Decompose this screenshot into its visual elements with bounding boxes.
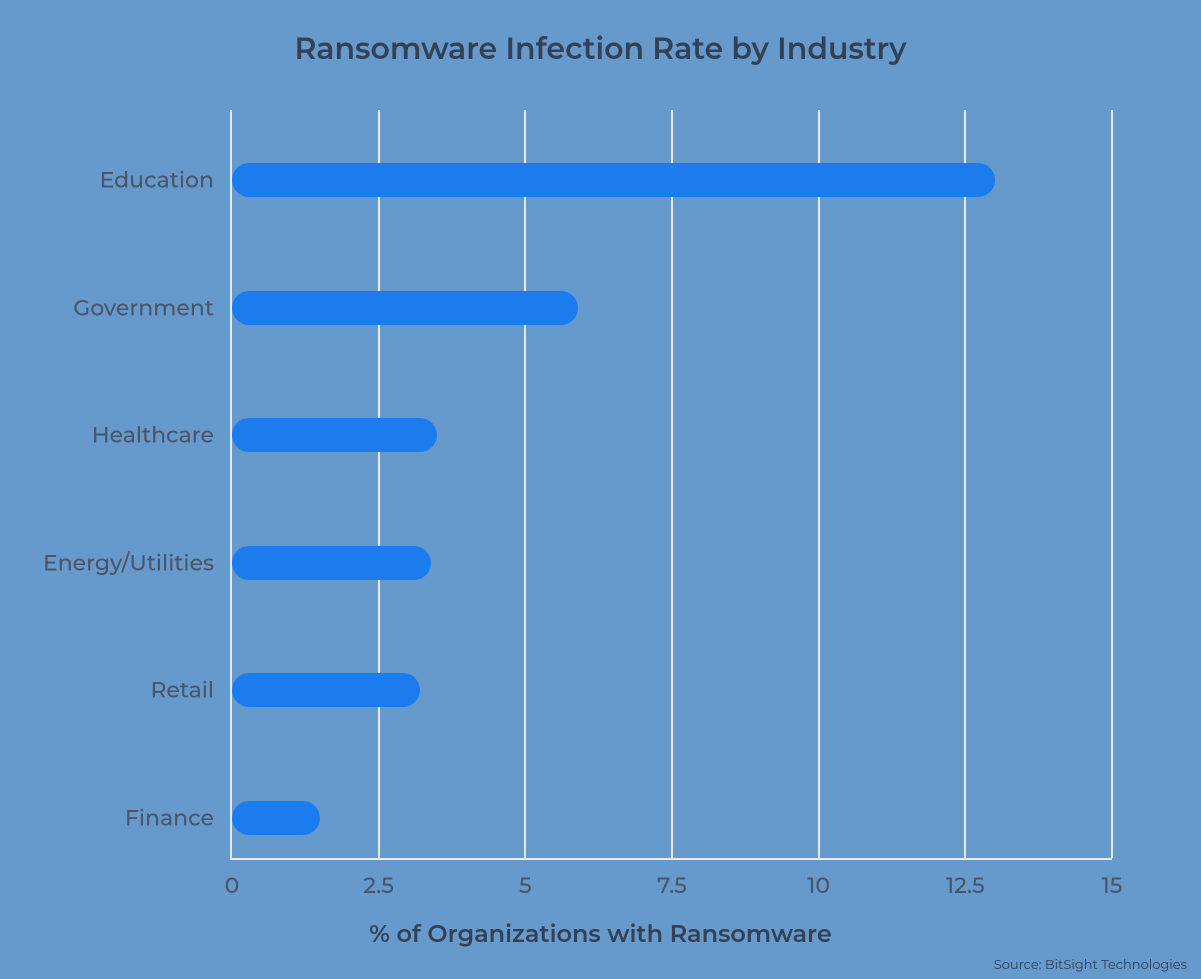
- x-tick-label: 0: [225, 858, 240, 899]
- x-tick-label: 12.5: [946, 858, 985, 899]
- bar: [232, 163, 995, 197]
- gridline: [524, 110, 526, 858]
- bar: [232, 418, 437, 452]
- bar: [232, 291, 578, 325]
- gridline: [671, 110, 673, 858]
- chart-container: Ransomware Infection Rate by Industry 02…: [0, 0, 1201, 979]
- gridline: [818, 110, 820, 858]
- x-tick-label: 10: [807, 858, 830, 899]
- y-tick-label: Education: [100, 167, 232, 194]
- bar: [232, 673, 420, 707]
- y-tick-label: Retail: [150, 677, 232, 704]
- x-tick-label: 15: [1102, 858, 1123, 899]
- source-text: Source: BitSight Technologies: [994, 957, 1187, 973]
- x-axis-title: % of Organizations with Ransomware: [0, 920, 1201, 949]
- chart-title: Ransomware Infection Rate by Industry: [0, 30, 1201, 67]
- x-tick-label: 2.5: [363, 858, 393, 899]
- y-tick-label: Finance: [125, 805, 232, 832]
- gridline: [964, 110, 966, 858]
- x-tick-label: 7.5: [657, 858, 687, 899]
- gridline: [378, 110, 380, 858]
- y-tick-label: Healthcare: [92, 422, 232, 449]
- bar: [232, 546, 431, 580]
- y-tick-label: Energy/Utilities: [43, 549, 232, 576]
- x-tick-label: 5: [519, 858, 532, 899]
- y-tick-label: Government: [73, 294, 232, 321]
- bar: [232, 801, 320, 835]
- gridline: [1111, 110, 1113, 858]
- plot-area: 02.557.51012.515EducationGovernmentHealt…: [230, 110, 1112, 860]
